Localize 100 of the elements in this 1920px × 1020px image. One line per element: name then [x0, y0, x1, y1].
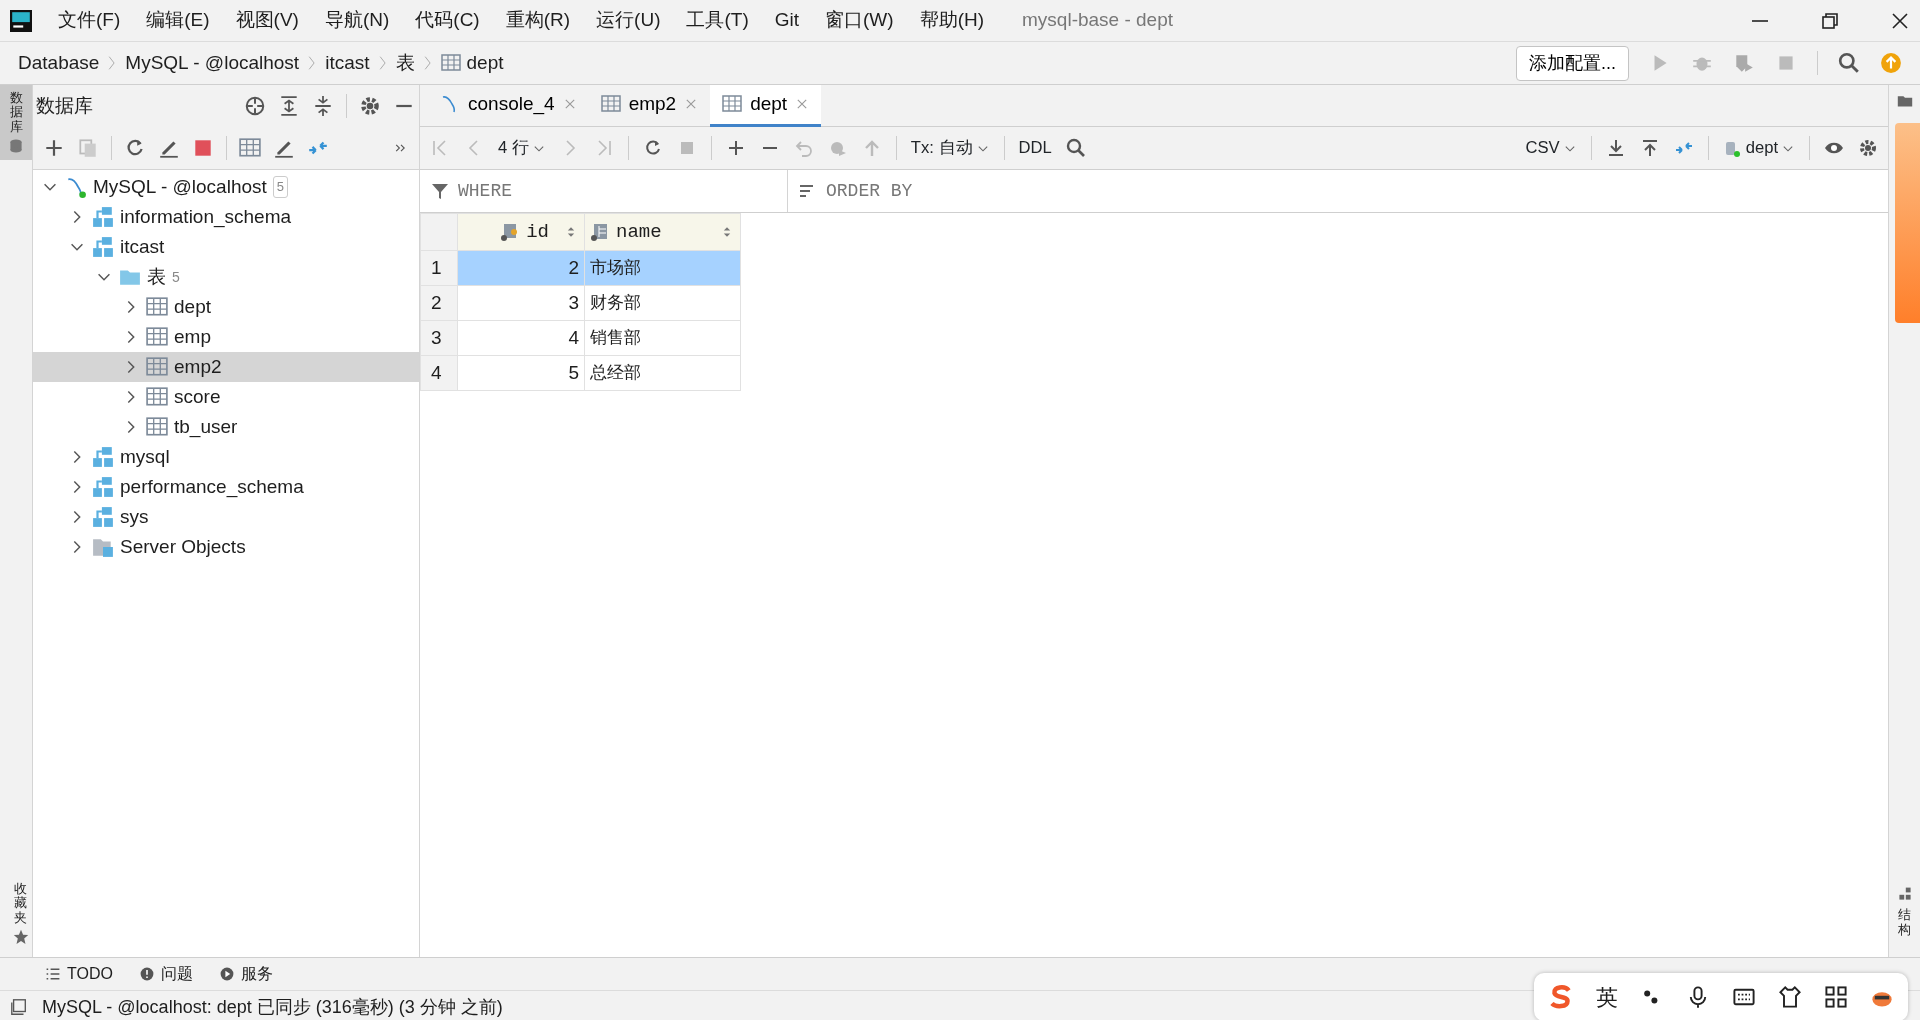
- header-corner: [420, 213, 458, 251]
- breadcrumb-item[interactable]: itcast: [325, 48, 370, 78]
- page-size-dropdown[interactable]: 4 行: [498, 135, 546, 161]
- table-icon: [722, 94, 743, 114]
- close-icon[interactable]: [1890, 10, 1910, 31]
- export-format-dropdown[interactable]: CSV: [1525, 135, 1577, 161]
- column-header[interactable]: id: [457, 213, 585, 251]
- menu-item[interactable]: 导航(N): [324, 6, 390, 35]
- table-icon: [146, 326, 168, 348]
- editor-tab[interactable]: dept: [710, 84, 822, 127]
- warning-icon: [138, 966, 155, 982]
- stop-icon[interactable]: [192, 137, 214, 159]
- app-logo-icon: [10, 9, 32, 32]
- tree-item[interactable]: performance_schema: [33, 472, 419, 502]
- collapse-all-icon[interactable]: [312, 95, 334, 117]
- table-icon: [146, 296, 168, 318]
- apps-icon[interactable]: [1824, 985, 1848, 1009]
- menu-item[interactable]: 视图(V): [235, 6, 299, 35]
- tree-item[interactable]: dept: [33, 292, 419, 322]
- search-icon[interactable]: [1838, 52, 1860, 74]
- menu-item[interactable]: 帮助(H): [919, 6, 984, 35]
- server-objects-icon: [92, 536, 114, 558]
- filter-icon: [430, 181, 450, 201]
- skin-icon[interactable]: [1778, 985, 1802, 1009]
- tool-tab[interactable]: 问题: [138, 962, 193, 986]
- menu-item[interactable]: 代码(C): [415, 6, 480, 35]
- tree-item[interactable]: mysql: [33, 442, 419, 472]
- tree-item[interactable]: sys: [33, 502, 419, 532]
- schema-icon: [92, 506, 114, 528]
- menu-item[interactable]: 重构(R): [505, 6, 571, 35]
- window-title: mysql-base - dept: [1022, 8, 1174, 33]
- column-header[interactable]: name: [584, 213, 741, 251]
- editor-tab[interactable]: console_4: [428, 84, 589, 127]
- row-number[interactable]: 4: [420, 355, 458, 391]
- settings-icon[interactable]: [359, 95, 381, 117]
- locate-icon[interactable]: [244, 95, 266, 117]
- table-cell[interactable]: 4: [457, 320, 585, 356]
- server-icon: [65, 176, 87, 198]
- search-icon[interactable]: [1065, 138, 1086, 158]
- editor-tab[interactable]: emp2: [588, 84, 711, 127]
- tree-item[interactable]: 表 5: [33, 262, 419, 292]
- breadcrumb-item[interactable]: 表: [395, 48, 415, 78]
- list-icon: [45, 966, 61, 982]
- table-cell[interactable]: 总经部: [584, 355, 741, 391]
- menu-item[interactable]: 工具(T): [686, 6, 749, 35]
- breadcrumb-item[interactable]: dept: [466, 48, 504, 78]
- table-cell[interactable]: 2: [457, 250, 585, 286]
- menu-item[interactable]: 窗口(W): [825, 6, 894, 35]
- table-cell[interactable]: 财务部: [584, 285, 741, 321]
- breadcrumb-item[interactable]: MySQL - @localhost: [125, 48, 300, 78]
- settings-icon[interactable]: [1858, 138, 1878, 158]
- menu-item[interactable]: 编辑(E): [146, 6, 210, 35]
- order-by-field[interactable]: ORDER BY: [788, 170, 923, 212]
- star-icon: [12, 929, 29, 945]
- tree-item[interactable]: emp2: [33, 352, 419, 382]
- services-icon: [218, 966, 235, 982]
- tool-tab[interactable]: TODO: [45, 962, 113, 986]
- row-number[interactable]: 3: [420, 320, 458, 356]
- tree-item[interactable]: Server Objects: [33, 532, 419, 562]
- menu-item[interactable]: 运行(U): [596, 6, 661, 35]
- schema-dropdown[interactable]: dept: [1722, 135, 1795, 161]
- tree-item[interactable]: score: [33, 382, 419, 412]
- transaction-dropdown[interactable]: Tx: 自动: [910, 135, 990, 161]
- favorites-tool-tab[interactable]: 收藏夹: [14, 882, 27, 925]
- structure-tool-tab[interactable]: 结构: [1898, 908, 1911, 937]
- menu-item[interactable]: Git: [774, 6, 800, 35]
- where-field[interactable]: WHERE: [420, 170, 788, 212]
- tool-tab[interactable]: 服务: [218, 962, 273, 986]
- ddl-button[interactable]: DDL: [1018, 135, 1052, 161]
- schema-icon: [92, 446, 114, 468]
- table-cell[interactable]: 销售部: [584, 320, 741, 356]
- tree-item[interactable]: MySQL - @localhost 5: [33, 172, 419, 202]
- table-cell[interactable]: 5: [457, 355, 585, 391]
- row-number[interactable]: 2: [420, 285, 458, 321]
- table-editor-icon[interactable]: [239, 137, 261, 159]
- tree-item[interactable]: tb_user: [33, 412, 419, 442]
- add-icon[interactable]: [43, 137, 65, 159]
- status-message: MySQL - @localhost: dept 已同步 (316毫秒) (3 分钟 之前): [42, 995, 503, 1019]
- folder-icon[interactable]: [1896, 93, 1913, 109]
- tree-item[interactable]: information_schema: [33, 202, 419, 232]
- table-icon: [600, 94, 621, 114]
- tree-item[interactable]: emp: [33, 322, 419, 352]
- panel-title: 数据库: [36, 93, 93, 118]
- menu-item[interactable]: 文件(F): [58, 6, 121, 35]
- breadcrumb-item[interactable]: Database: [18, 48, 100, 78]
- table-cell[interactable]: 市场部: [584, 250, 741, 286]
- add-configuration-button[interactable]: 添加配置...: [1516, 45, 1629, 81]
- restore-icon[interactable]: [1820, 10, 1840, 31]
- table-icon: [146, 386, 168, 408]
- item-count: 5: [272, 176, 289, 198]
- tree-item[interactable]: itcast: [33, 232, 419, 262]
- ime-language-toggle[interactable]: 英: [1596, 980, 1618, 1014]
- column-icon: [590, 222, 610, 242]
- structure-icon: [1896, 886, 1913, 903]
- expand-all-icon[interactable]: [278, 95, 300, 117]
- panel-toggle-icon[interactable]: [10, 998, 28, 1016]
- table-cell[interactable]: 3: [457, 285, 585, 321]
- row-number[interactable]: 1: [420, 250, 458, 286]
- schema-icon: [92, 236, 114, 258]
- database-icon: [8, 137, 24, 154]
